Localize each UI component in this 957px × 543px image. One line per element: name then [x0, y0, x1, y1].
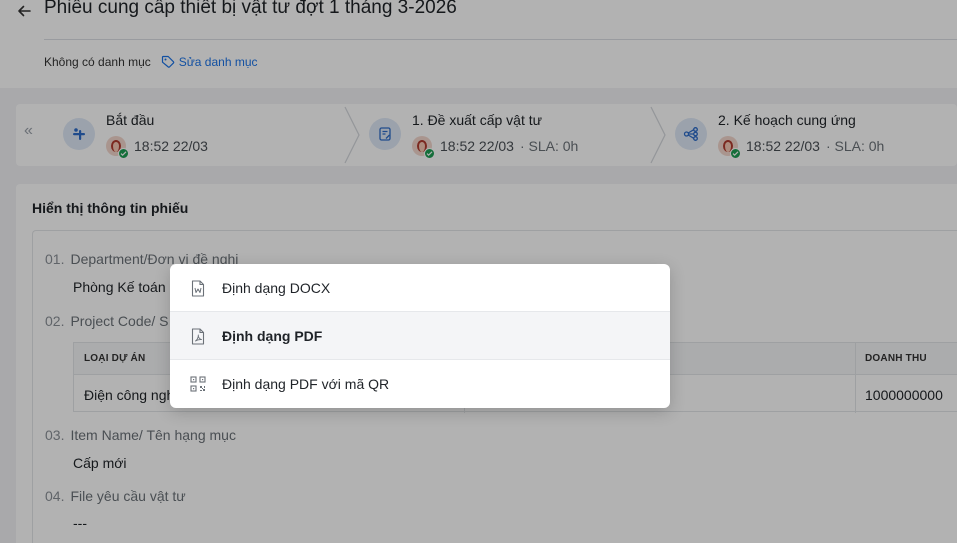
menu-item-pdf-qr[interactable]: Định dạng PDF với mã QR: [170, 360, 670, 408]
page: Phiếu cung cấp thiết bị vật tư đợt 1 thá…: [0, 0, 957, 543]
qr-code-icon: [190, 375, 206, 393]
menu-item-docx[interactable]: Định dạng DOCX: [170, 264, 670, 312]
pdf-file-icon: [190, 327, 206, 345]
menu-item-label: Định dạng PDF: [222, 328, 323, 344]
menu-item-label: Định dạng PDF với mã QR: [222, 376, 390, 392]
export-format-menu: Định dạng DOCX Định dạng PDF Định dạng P…: [170, 264, 670, 408]
menu-item-label: Định dạng DOCX: [222, 280, 331, 296]
docx-file-icon: [190, 279, 206, 297]
menu-item-pdf[interactable]: Định dạng PDF: [170, 312, 670, 360]
